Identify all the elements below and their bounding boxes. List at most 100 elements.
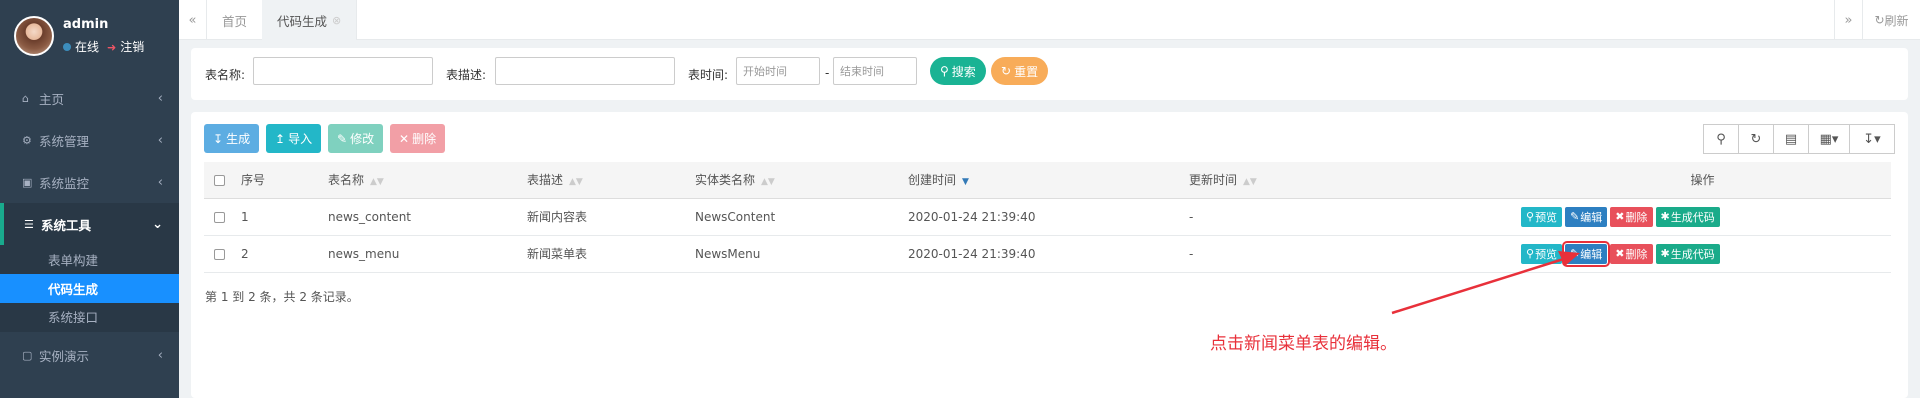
- table-desc-input[interactable]: [495, 57, 675, 85]
- reset-button[interactable]: ↻ 重置: [991, 57, 1049, 85]
- submenu-item-form-builder[interactable]: 表单构建: [0, 245, 179, 274]
- sort-icon: ▲▼: [370, 177, 384, 188]
- table-name-input[interactable]: [253, 57, 433, 85]
- col-header-desc[interactable]: 表描述 ▲▼: [522, 162, 690, 199]
- refresh-button[interactable]: ↻ 刷新: [1862, 0, 1920, 40]
- search-toggle-button[interactable]: ⚲: [1703, 124, 1739, 154]
- import-button[interactable]: ↥ 导入: [266, 124, 322, 153]
- col-header-name[interactable]: 表名称 ▲▼: [323, 162, 522, 199]
- export-button[interactable]: ↧▾: [1849, 124, 1895, 154]
- row-actions: ⚲ 预览 ✎ 编辑 ✖ 删除 ✱ 生成代码: [1521, 240, 1891, 267]
- gear-icon: ⚙: [22, 133, 32, 147]
- row-edit-button[interactable]: ✎ 编辑: [1562, 240, 1611, 267]
- start-time-input[interactable]: 开始时间: [736, 57, 820, 85]
- grid-icon: ▦▾: [1819, 131, 1839, 147]
- submenu-item-system-api[interactable]: 系统接口: [0, 303, 179, 332]
- select-all-checkbox[interactable]: [214, 174, 225, 186]
- avatar[interactable]: [14, 16, 54, 56]
- sort-icon: ▲▼: [761, 177, 775, 188]
- header-label: 表描述: [527, 173, 564, 188]
- toggle-view-button[interactable]: ▤: [1773, 124, 1809, 154]
- delete-label: 删除: [412, 132, 437, 146]
- tab-code-gen[interactable]: 代码生成 ⊗: [262, 0, 358, 40]
- row-select-cell: [204, 198, 236, 236]
- cell-name: news_content: [323, 198, 522, 236]
- tab-scroll-left-button[interactable]: «: [179, 0, 207, 40]
- generate-code-button[interactable]: ✱ 生成代码: [1655, 206, 1720, 227]
- cell-created: 2020-01-24 21:39:40: [903, 235, 1184, 273]
- tab-label: 首页: [222, 13, 248, 29]
- menu-item-home[interactable]: ⌂ 主页 ‹: [0, 77, 179, 119]
- start-time-placeholder: 开始时间: [743, 65, 787, 78]
- cell-index: 1: [236, 198, 323, 236]
- table-toolbar: ⚲ ↻ ▤ ▦▾ ↧▾: [1703, 124, 1895, 154]
- table-panel: ↧ 生成 ↥ 导入 ✎ 修改 ✕ 删除 ⚲ ↻ ▤ ▦▾ ↧▾ 序号 表名称 ▲▼ 表描述…: [191, 112, 1908, 398]
- chevron-left-icon: ‹: [157, 132, 163, 148]
- row-edit-button[interactable]: ✎ 编辑: [1565, 206, 1608, 227]
- cell-updated: -: [1184, 235, 1509, 273]
- table-row[interactable]: 2 news_menu 新闻菜单表 NewsMenu 2020-01-24 21…: [204, 235, 1891, 273]
- double-chevron-left-icon: «: [188, 12, 197, 28]
- table-row[interactable]: 1 news_content 新闻内容表 NewsContent 2020-01…: [204, 198, 1891, 236]
- chevron-left-icon: ‹: [157, 174, 163, 190]
- generate-button[interactable]: ↧ 生成: [204, 124, 260, 153]
- submenu-label: 表单构建: [48, 253, 99, 268]
- tab-bar: « 首页 代码生成 ⊗ » ↻ 刷新: [179, 0, 1920, 40]
- generate-code-button[interactable]: ✱ 生成代码: [1655, 243, 1720, 264]
- logout-link[interactable]: ➜ 注销: [107, 38, 144, 55]
- submenu-item-code-gen[interactable]: 代码生成: [0, 274, 179, 303]
- tab-label: 代码生成: [277, 13, 328, 29]
- close-icon[interactable]: ⊗: [332, 14, 341, 27]
- search-icon: ⚲: [1526, 247, 1535, 260]
- refresh-table-button[interactable]: ↻: [1738, 124, 1774, 154]
- header-label: 操作: [1690, 173, 1715, 188]
- search-button[interactable]: ⚲ 搜索: [930, 57, 986, 85]
- submenu-label: 代码生成: [48, 282, 99, 297]
- sidebar: admin 在线 ➜ 注销 ⌂ 主页 ‹ ⚙ 系统管理 ‹ ▣ 系统监控 ‹ ☰ 系统工具 ⌄ 表…: [0, 0, 179, 398]
- menu-item-system-admin[interactable]: ⚙ 系统管理 ‹: [0, 119, 179, 161]
- preview-button[interactable]: ⚲ 预览: [1521, 243, 1563, 264]
- col-header-entity[interactable]: 实体类名称 ▲▼: [690, 162, 903, 199]
- online-status: 在线: [63, 38, 99, 55]
- username: admin: [63, 17, 109, 32]
- cell-desc: 新闻菜单表: [522, 235, 690, 273]
- row-checkbox[interactable]: [214, 211, 225, 223]
- tab-home[interactable]: 首页: [207, 0, 264, 40]
- header-label: 实体类名称: [695, 173, 756, 188]
- edit-button[interactable]: ✎ 修改: [328, 124, 384, 153]
- edit-icon: ✎: [337, 131, 348, 146]
- cell-actions: ⚲ 预览 ✎ 编辑 ✖ 删除 ✱ 生成代码: [1509, 235, 1891, 273]
- row-select-cell: [204, 235, 236, 273]
- delete-label: 删除: [1625, 247, 1648, 261]
- delete-button[interactable]: ✕ 删除: [390, 124, 446, 153]
- logout-icon: ➜: [107, 41, 117, 54]
- row-checkbox[interactable]: [214, 248, 225, 260]
- desktop-icon: ▢: [22, 348, 33, 362]
- close-icon: ✖: [1615, 247, 1625, 260]
- preview-button[interactable]: ⚲ 预览: [1521, 206, 1563, 227]
- user-status: 在线 ➜ 注销: [63, 38, 144, 55]
- sort-icon: ▲▼: [569, 177, 583, 188]
- columns-button[interactable]: ▦▾: [1808, 124, 1850, 154]
- refresh-icon: ↻: [1750, 131, 1762, 147]
- row-delete-button[interactable]: ✖ 删除: [1610, 243, 1653, 264]
- menu-item-demo[interactable]: ▢ 实例演示 ‹: [0, 334, 179, 376]
- menu-item-label: 主页: [39, 91, 65, 107]
- sort-desc-icon: ▼: [962, 177, 969, 188]
- tab-scroll-right-button[interactable]: »: [1834, 0, 1862, 40]
- row-delete-button[interactable]: ✖ 删除: [1610, 206, 1653, 227]
- col-header-updated[interactable]: 更新时间 ▲▼: [1184, 162, 1509, 199]
- header-label: 序号: [241, 173, 266, 188]
- chevron-left-icon: ‹: [157, 90, 163, 106]
- menu-item-system-tools[interactable]: ☰ 系统工具 ⌄: [0, 203, 179, 245]
- col-header-created[interactable]: 创建时间 ▼: [903, 162, 1184, 199]
- cell-desc: 新闻内容表: [522, 198, 690, 236]
- chevron-down-icon: ⌄: [152, 216, 163, 232]
- end-time-input[interactable]: 结束时间: [833, 57, 917, 85]
- bug-icon: ✱: [1660, 247, 1670, 260]
- menu-item-system-monitor[interactable]: ▣ 系统监控 ‹: [0, 161, 179, 203]
- menu-item-label: 系统监控: [39, 175, 90, 191]
- upload-icon: ↥: [275, 131, 286, 146]
- refresh-icon: ↻: [1001, 64, 1012, 78]
- submenu-label: 系统接口: [48, 310, 99, 325]
